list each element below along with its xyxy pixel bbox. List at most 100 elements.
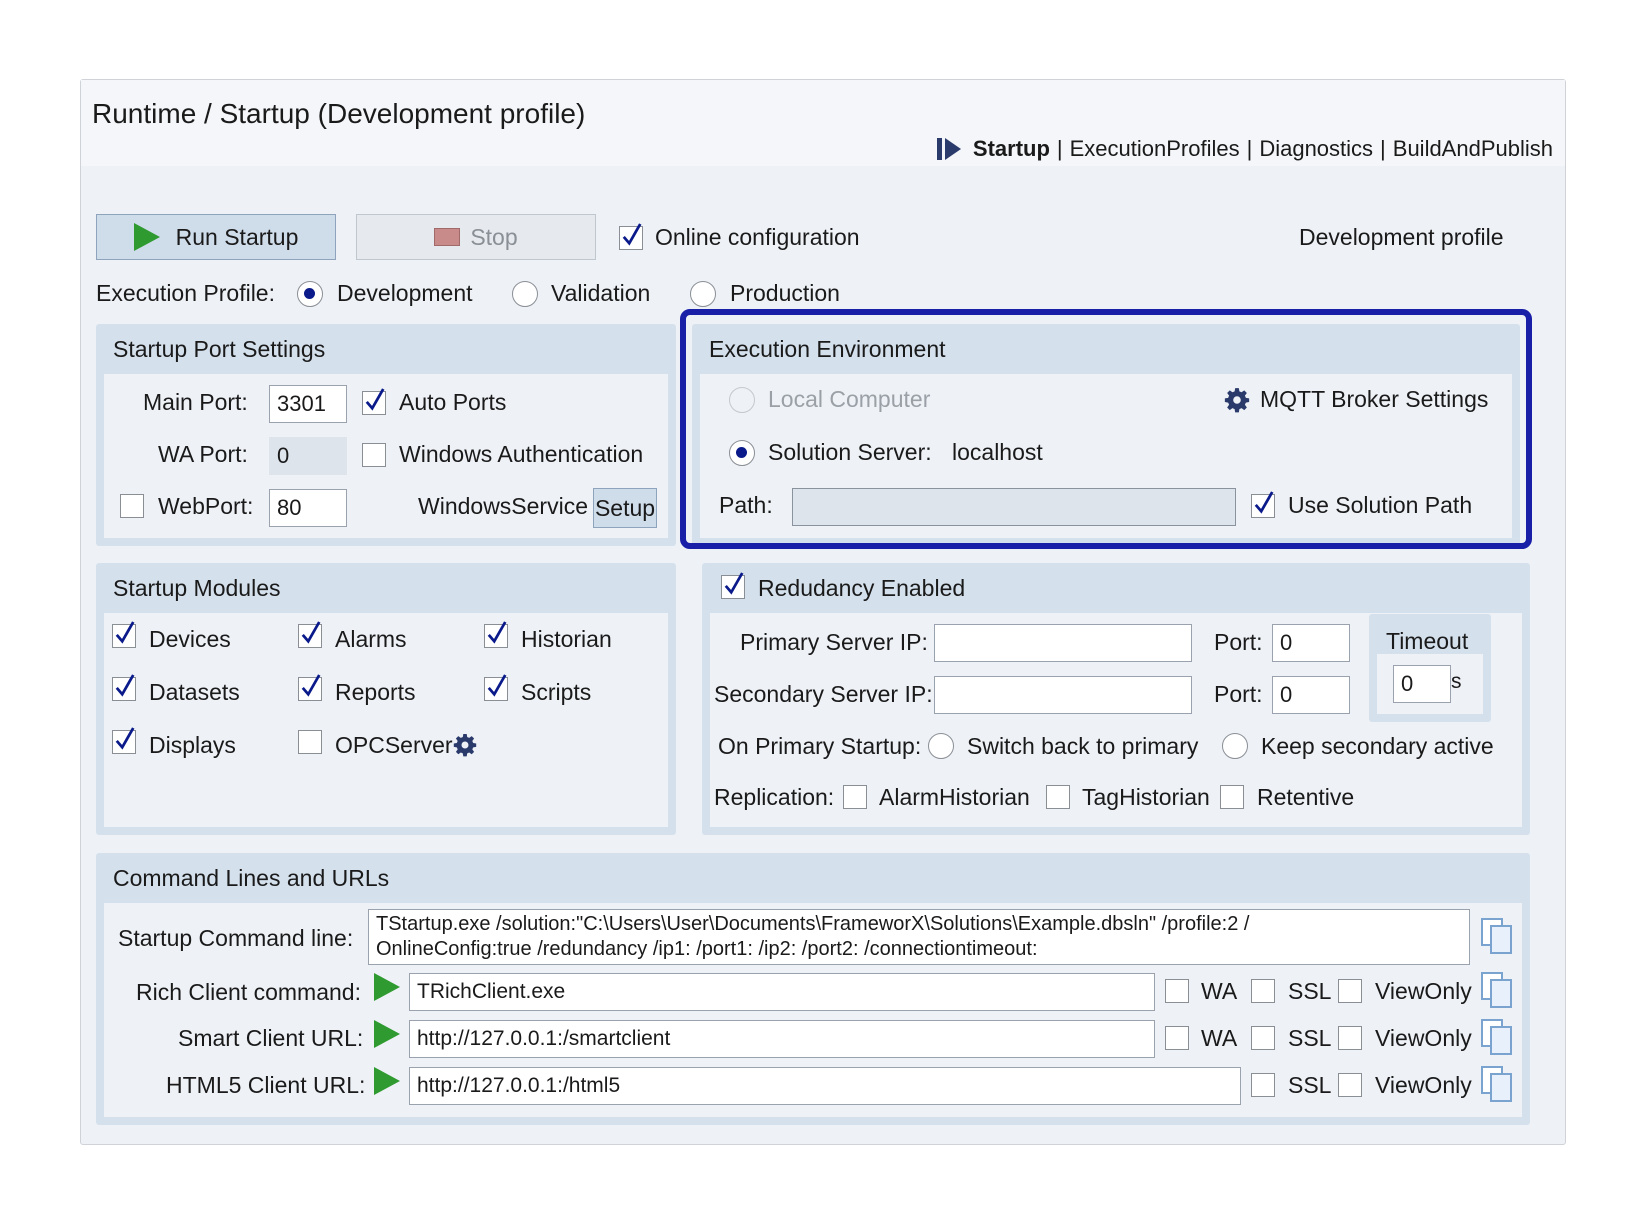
port-settings-panel: Startup Port Settings Main Port: Auto Po… [96, 324, 676, 546]
replication-alarmhistorian-checkbox[interactable] [843, 785, 867, 809]
replication-taghistorian-checkbox[interactable] [1046, 785, 1070, 809]
module-opcserver-checkbox[interactable] [298, 730, 322, 754]
module-opcserver-label: OPCServer [335, 732, 453, 758]
smart-wa-checkbox[interactable] [1165, 1026, 1189, 1050]
module-displays-checkbox[interactable] [112, 730, 136, 754]
html5-ssl-checkbox[interactable] [1251, 1073, 1275, 1097]
rich-viewonly-checkbox[interactable] [1338, 979, 1362, 1003]
smart-viewonly-checkbox[interactable] [1338, 1026, 1362, 1050]
profile-development-radio[interactable] [297, 281, 323, 307]
smart-ssl-checkbox[interactable] [1251, 1026, 1275, 1050]
run-startup-button[interactable]: Run Startup [96, 214, 336, 260]
copy-icon[interactable] [1480, 1018, 1514, 1056]
page-title: Runtime / Startup (Development profile) [92, 98, 586, 129]
main-port-input[interactable] [269, 385, 347, 423]
title-bar: Runtime / Startup (Development profile) … [81, 80, 1565, 166]
profile-validation-radio[interactable] [512, 281, 538, 307]
highlight-box [680, 309, 1532, 549]
webport-label: WebPort: [158, 493, 254, 519]
redundancy-enabled-checkbox[interactable] [721, 575, 745, 599]
module-datasets-checkbox[interactable] [112, 677, 136, 701]
redundancy-panel: Redudancy Enabled Primary Server IP: Por… [702, 563, 1530, 835]
module-devices-checkbox[interactable] [112, 624, 136, 648]
startup-command-line2: OnlineConfig:true /redundancy /ip1: /por… [376, 938, 1038, 960]
play-icon [133, 223, 160, 251]
profile-production-label: Production [730, 280, 840, 306]
setup-button[interactable]: Setup [593, 488, 657, 528]
startup-command-field[interactable]: TStartup.exe /solution:"C:\Users\User\Do… [368, 909, 1470, 965]
primary-ip-input[interactable] [934, 624, 1192, 662]
smart-client-input[interactable] [409, 1020, 1155, 1058]
primary-port-input[interactable] [1272, 624, 1350, 662]
copy-icon[interactable] [1480, 917, 1514, 955]
play-icon[interactable] [374, 973, 400, 1001]
html5-client-label: HTML5 Client URL: [166, 1072, 366, 1098]
play-icon[interactable] [374, 1020, 400, 1048]
copy-icon[interactable] [1480, 1065, 1514, 1103]
replication-taghistorian-label: TagHistorian [1082, 784, 1210, 810]
switch-back-label: Switch back to primary [967, 733, 1199, 759]
html5-client-input[interactable] [409, 1067, 1241, 1105]
webport-input[interactable] [269, 489, 347, 527]
timeout-unit: s [1451, 670, 1462, 693]
rich-viewonly-label: ViewOnly [1375, 978, 1472, 1004]
tab-separator: | [1246, 136, 1253, 161]
timeout-input[interactable] [1393, 665, 1451, 703]
rich-ssl-checkbox[interactable] [1251, 979, 1275, 1003]
play-icon[interactable] [374, 1067, 400, 1095]
primary-ip-label: Primary Server IP: [740, 629, 928, 655]
module-alarms-checkbox[interactable] [298, 624, 322, 648]
tab-startup[interactable]: Startup [973, 136, 1050, 162]
smart-ssl-label: SSL [1288, 1025, 1332, 1051]
windows-auth-checkbox[interactable] [362, 443, 386, 467]
switch-back-radio[interactable] [928, 733, 954, 759]
smart-client-label: Smart Client URL: [178, 1025, 364, 1051]
tab-separator: | [1380, 136, 1386, 161]
auto-ports-checkbox[interactable] [362, 391, 386, 415]
rich-client-input[interactable] [409, 973, 1155, 1011]
module-displays-label: Displays [149, 732, 236, 758]
profile-production-radio[interactable] [690, 281, 716, 307]
windows-service-label: WindowsService [418, 493, 588, 519]
copy-icon[interactable] [1480, 971, 1514, 1009]
online-config-checkbox[interactable] [619, 226, 643, 250]
secondary-port-input[interactable] [1272, 676, 1350, 714]
gear-icon[interactable] [453, 733, 477, 757]
replication-label: Replication: [714, 784, 835, 810]
stop-icon [434, 228, 461, 246]
profile-validation-label: Validation [551, 280, 651, 306]
rich-wa-label: WA [1201, 978, 1238, 1004]
execution-profile-label: Execution Profile: [96, 280, 275, 306]
startup-command-label: Startup Command line: [118, 925, 354, 951]
profile-status: Development profile [1299, 224, 1504, 250]
current-tab-icon [936, 137, 963, 161]
main-port-label: Main Port: [143, 389, 248, 415]
module-historian-checkbox[interactable] [484, 624, 508, 648]
run-startup-label: Run Startup [175, 223, 299, 250]
html5-viewonly-checkbox[interactable] [1338, 1073, 1362, 1097]
module-scripts-checkbox[interactable] [484, 677, 508, 701]
windows-auth-label: Windows Authentication [399, 441, 644, 467]
wa-port-input[interactable] [269, 437, 347, 475]
profile-development-label: Development [337, 280, 473, 306]
keep-secondary-radio[interactable] [1222, 733, 1248, 759]
module-historian-label: Historian [521, 626, 612, 652]
tab-buildandpublish[interactable]: BuildAndPublish [1393, 136, 1553, 162]
secondary-ip-input[interactable] [934, 676, 1192, 714]
rich-wa-checkbox[interactable] [1165, 979, 1189, 1003]
rich-ssl-label: SSL [1288, 978, 1332, 1004]
webport-checkbox[interactable] [120, 494, 144, 518]
replication-alarmhistorian-label: AlarmHistorian [879, 784, 1030, 810]
rich-client-label: Rich Client command: [136, 979, 361, 1005]
stop-button[interactable]: Stop [356, 214, 596, 260]
timeout-group: Timeout s [1369, 614, 1491, 722]
replication-retentive-checkbox[interactable] [1220, 785, 1244, 809]
tab-executionprofiles[interactable]: ExecutionProfiles [1070, 136, 1240, 162]
html5-ssl-label: SSL [1288, 1072, 1332, 1098]
html5-viewonly-label: ViewOnly [1375, 1072, 1472, 1098]
tab-diagnostics[interactable]: Diagnostics [1259, 136, 1373, 162]
module-reports-checkbox[interactable] [298, 677, 322, 701]
tab-bar: Startup | ExecutionProfiles | Diagnostic… [936, 136, 1553, 162]
port-settings-header: Startup Port Settings [113, 336, 326, 362]
startup-modules-header: Startup Modules [113, 575, 281, 601]
